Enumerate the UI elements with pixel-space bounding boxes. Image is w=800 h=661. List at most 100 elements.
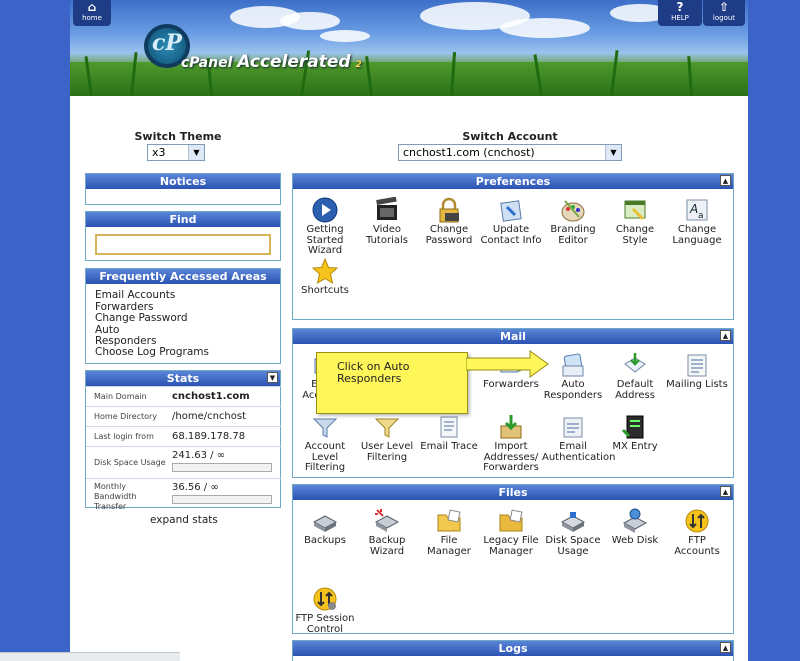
trace-icon xyxy=(440,416,458,438)
video-tutorials[interactable]: Video Tutorials xyxy=(356,197,418,246)
switch-theme-select[interactable]: x3 ▼ xyxy=(147,144,205,161)
logo-accelerated: Accelerated xyxy=(237,52,351,72)
film-icon xyxy=(376,197,397,220)
faa-link-change-password[interactable]: Change Password xyxy=(95,312,188,324)
web-disk[interactable]: Web Disk xyxy=(604,508,666,547)
help-button[interactable]: ? HELP xyxy=(658,0,702,26)
change-password[interactable]: Change Password xyxy=(418,197,480,246)
expand-stats-link[interactable]: expand stats xyxy=(150,514,218,526)
email-authentication[interactable]: Email Authentication xyxy=(542,414,615,463)
backups[interactable]: Backups xyxy=(294,508,356,547)
up-arrow-icon: ⇧ xyxy=(718,0,730,14)
icon-label: FTP Accounts xyxy=(674,535,720,557)
logout-button[interactable]: ⇧ logout xyxy=(703,0,745,26)
mailing-list-icon xyxy=(687,354,707,377)
status-bar xyxy=(0,652,180,661)
stats-title-text: Stats xyxy=(166,372,200,385)
style-window-icon xyxy=(624,200,646,221)
header-banner: cP cPanel Accelerated 2 ⌂ home ? HELP ⇧ … xyxy=(70,0,748,96)
ftp-accounts[interactable]: FTP Accounts xyxy=(666,508,728,557)
icon-label: Shortcuts xyxy=(301,285,349,296)
file-manager[interactable]: File Manager xyxy=(418,508,480,557)
language-icon: Aa xyxy=(686,199,708,221)
help-label: HELP xyxy=(671,14,689,22)
stat-value: 36.56 / ∞ xyxy=(172,482,219,493)
icon-label: Forwarders xyxy=(483,379,539,390)
email-trace[interactable]: Email Trace xyxy=(418,414,480,453)
disk-space-usage[interactable]: Disk Space Usage xyxy=(542,508,604,557)
logs-title-text: Logs xyxy=(498,642,528,655)
icon-label: Import Addresses/ Forwarders xyxy=(483,441,539,473)
icon-label: Backup Wizard xyxy=(368,535,406,557)
user-level-filtering[interactable]: User Level Filtering xyxy=(356,414,418,463)
auto-responders-callout: Click on Auto Responders xyxy=(316,352,468,414)
update-contact-info[interactable]: Update Contact Info xyxy=(480,197,542,246)
logo-name: cPanel xyxy=(181,55,233,71)
question-icon: ? xyxy=(676,0,684,14)
faa-link-choose-log-programs[interactable]: Choose Log Programs xyxy=(95,346,209,358)
switch-theme-label: Switch Theme xyxy=(134,130,222,143)
mailing-lists[interactable]: Mailing Lists xyxy=(666,352,728,391)
stat-value: 241.63 / ∞ xyxy=(172,450,226,461)
files-box: Files ▲ Backups Backup Wizard File Manag… xyxy=(292,484,734,634)
collapse-icon[interactable]: ▲ xyxy=(720,330,731,341)
legacy-file-manager[interactable]: Legacy File Manager xyxy=(480,508,542,557)
change-style[interactable]: Change Style xyxy=(604,197,666,246)
icon-label: Mailing Lists xyxy=(666,379,728,390)
shortcuts[interactable]: Shortcuts xyxy=(294,258,356,297)
legacy-folder-icon xyxy=(499,509,523,532)
switch-theme-value: x3 xyxy=(152,146,166,159)
icon-label: Default Address xyxy=(615,379,655,401)
authentication-icon xyxy=(563,417,583,438)
mx-entry[interactable]: MX Entry xyxy=(604,414,666,453)
icon-label: Legacy File Manager xyxy=(483,535,539,557)
icon-label: Account Level Filtering xyxy=(304,441,346,473)
ftp-session-icon xyxy=(313,587,337,611)
logo-mark: cP xyxy=(152,30,182,56)
find-title: Find xyxy=(86,212,280,227)
icon-label: Video Tutorials xyxy=(366,224,408,246)
backup-wizard[interactable]: Backup Wizard xyxy=(356,508,418,557)
collapse-icon[interactable]: ▼ xyxy=(267,372,278,383)
faa-link-email-accounts[interactable]: Email Accounts xyxy=(95,289,175,301)
collapse-icon[interactable]: ▲ xyxy=(720,175,731,186)
backup-wizard-icon xyxy=(374,509,400,532)
filter-icon xyxy=(312,418,338,438)
icon-label: Change Style xyxy=(615,224,655,246)
home-label: home xyxy=(82,14,102,22)
padlock-icon xyxy=(439,197,459,223)
branding-editor[interactable]: Branding Editor xyxy=(542,197,604,246)
change-language[interactable]: Aa Change Language xyxy=(666,197,728,246)
mail-title-text: Mail xyxy=(500,330,526,343)
icon-label: Auto Responders xyxy=(543,379,603,401)
mail-title: Mail ▲ xyxy=(293,329,733,344)
icon-label: Email Trace xyxy=(420,441,478,452)
ftp-session-control[interactable]: FTP Session Control xyxy=(294,586,356,635)
account-level-filtering[interactable]: Account Level Filtering xyxy=(294,414,356,474)
icon-label: Change Language xyxy=(672,224,722,246)
cpanel-page: cP cPanel Accelerated 2 ⌂ home ? HELP ⇧ … xyxy=(70,0,748,661)
disk-usage-bar xyxy=(172,463,272,472)
callout-arrow-icon xyxy=(466,350,549,378)
stat-row-home-directory: Home Directory /home/cnchost xyxy=(86,406,281,426)
import-addresses-forwarders[interactable]: Import Addresses/ Forwarders xyxy=(480,414,542,474)
logs-title: Logs ▲ xyxy=(293,641,733,656)
notices-title: Notices xyxy=(86,174,280,189)
find-input[interactable] xyxy=(95,234,271,255)
default-address[interactable]: Default Address xyxy=(604,352,666,401)
auto-responders[interactable]: Auto Responders xyxy=(542,352,604,401)
collapse-icon[interactable]: ▲ xyxy=(720,642,731,653)
notices-box: Notices xyxy=(85,173,281,205)
collapse-icon[interactable]: ▲ xyxy=(720,486,731,497)
cpanel-logo: cPanel Accelerated 2 xyxy=(181,52,362,72)
chevron-down-icon: ▼ xyxy=(188,145,204,160)
switch-account-select[interactable]: cnchost1.com (cnchost) ▼ xyxy=(398,144,622,161)
stat-label: Monthly Bandwidth Transfer xyxy=(94,482,137,511)
preferences-title-text: Preferences xyxy=(475,175,551,188)
getting-started-wizard[interactable]: Getting Started Wizard xyxy=(294,197,356,257)
files-title: Files ▲ xyxy=(293,485,733,500)
stat-value: 68.189.178.78 xyxy=(172,431,246,442)
icon-label: MX Entry xyxy=(612,441,658,452)
home-button[interactable]: ⌂ home xyxy=(73,0,111,26)
icon-label: Getting Started Wizard xyxy=(306,224,344,256)
